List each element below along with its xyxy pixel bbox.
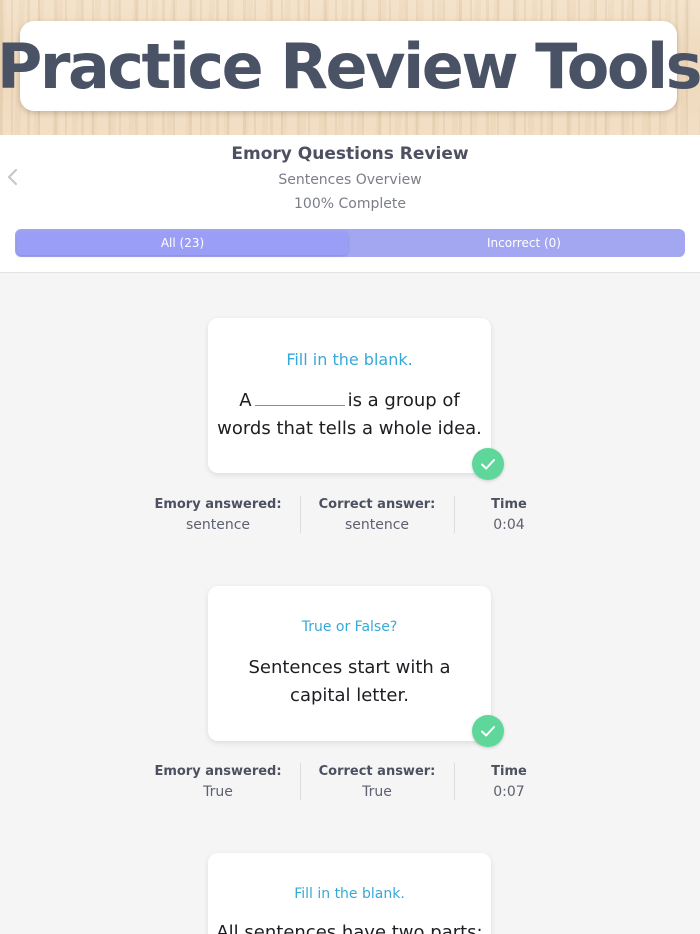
question-type: True or False? xyxy=(301,619,398,635)
question-type: Fill in the blank. xyxy=(286,350,413,369)
stat-value: 0:04 xyxy=(493,517,525,533)
stat-label: Emory answered: xyxy=(154,764,282,779)
stat-label: Time xyxy=(491,764,527,779)
question-text-before: A xyxy=(239,390,252,411)
title-card: Practice Review Tools xyxy=(0,21,700,111)
review-header: Emory Questions Review Sentences Overvie… xyxy=(0,135,700,273)
question-card[interactable]: Fill in the blank. Ais a group of words … xyxy=(208,318,491,473)
app-screen: Practice Review Tools Emory Questions Re… xyxy=(0,0,700,934)
stat-answered: Emory answered: sentence xyxy=(140,496,296,536)
stat-label: Time xyxy=(491,497,527,512)
question-card[interactable]: True or False? Sentences start with a ca… xyxy=(208,586,491,741)
stat-value: sentence xyxy=(344,517,410,533)
check-icon xyxy=(472,448,504,480)
stat-label: Emory answered: xyxy=(154,497,282,512)
tab-incorrect[interactable]: Incorrect (0) xyxy=(365,231,683,255)
answer-blank xyxy=(254,387,345,406)
promo-title: Practice Review Tools xyxy=(0,29,700,103)
stat-value: True xyxy=(203,784,233,800)
stat-value: True xyxy=(362,784,392,800)
question-text: Sentences start with a capital letter. xyxy=(248,657,451,706)
stat-label: Correct answer: xyxy=(318,497,436,512)
stat-time: Time 0:04 xyxy=(454,496,564,536)
question-type: Fill in the blank. xyxy=(294,886,405,902)
answer-stats: Emory answered: sentence Correct answer:… xyxy=(140,496,560,538)
page-title: Emory Questions Review xyxy=(231,144,469,164)
check-icon xyxy=(472,715,504,747)
question-text: Ais a group of words that tells a whole … xyxy=(216,387,483,443)
wood-banner: Practice Review Tools xyxy=(0,0,700,135)
stat-label: Correct answer: xyxy=(318,764,436,779)
filter-segmented-control: All (23) Incorrect (0) xyxy=(15,229,685,257)
question-text: All sentences have two parts: xyxy=(216,922,483,934)
stat-answered: Emory answered: True xyxy=(140,763,296,803)
answer-stats: Emory answered: True Correct answer: Tru… xyxy=(140,763,560,805)
completion-status: 100% Complete xyxy=(294,196,406,212)
stat-value: sentence xyxy=(185,517,251,533)
question-card[interactable]: Fill in the blank. All sentences have tw… xyxy=(208,853,491,934)
stat-correct: Correct answer: sentence xyxy=(300,496,454,536)
page-subtitle: Sentences Overview xyxy=(278,172,422,188)
stat-correct: Correct answer: True xyxy=(300,763,454,803)
stat-time: Time 0:07 xyxy=(454,763,564,803)
tab-all[interactable]: All (23) xyxy=(17,231,348,255)
stat-value: 0:07 xyxy=(493,784,525,800)
